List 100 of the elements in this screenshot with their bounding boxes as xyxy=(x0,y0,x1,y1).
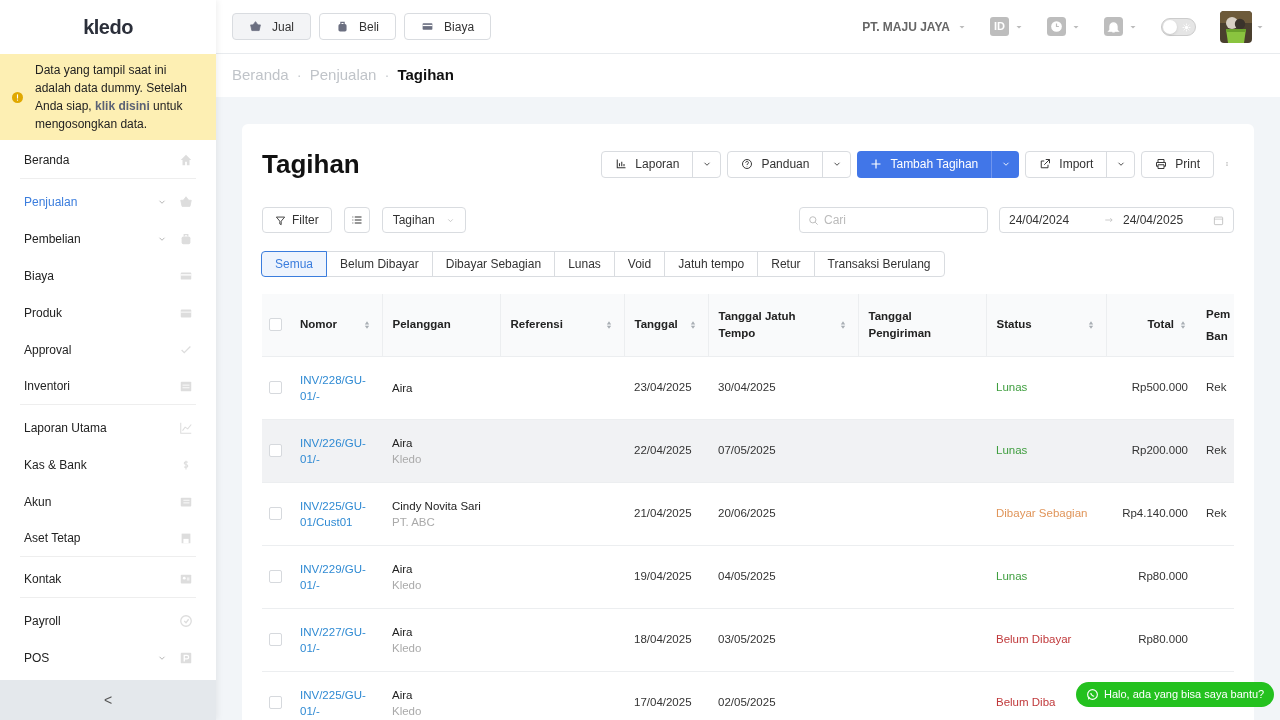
question-icon xyxy=(741,158,754,170)
list-view-button[interactable] xyxy=(343,207,370,233)
customer-name: Aira xyxy=(392,561,414,577)
quick-action-button[interactable]: Biaya xyxy=(404,13,492,40)
due-date-text: 07/05/2025 xyxy=(718,443,776,456)
sidebar-item[interactable]: Laporan Utama xyxy=(20,409,196,446)
customer-name: Aira xyxy=(392,624,414,640)
invoice-link[interactable]: INV/226/GU-01/- xyxy=(300,434,370,467)
chat-icon xyxy=(1086,688,1099,701)
status-tab[interactable]: Lunas xyxy=(554,251,615,277)
basket-icon xyxy=(249,20,262,33)
sidebar-item[interactable]: Beranda xyxy=(20,142,196,179)
row-checkbox[interactable] xyxy=(269,696,282,710)
quick-action-button[interactable]: Beli xyxy=(319,13,397,40)
theme-toggle[interactable] xyxy=(1161,17,1196,36)
customer-name: Aira xyxy=(392,380,414,396)
card-icon xyxy=(421,20,435,33)
menu-icon xyxy=(179,194,193,209)
date-text: 21/04/2025 xyxy=(634,506,692,519)
calendar-icon xyxy=(1213,214,1224,226)
invoice-link[interactable]: INV/227/GU-01/- xyxy=(300,623,370,656)
status-tab[interactable]: Void xyxy=(613,251,666,277)
collapse-sidebar-button[interactable]: < xyxy=(0,680,216,720)
table-row[interactable]: INV/226/GU-01/- Aira Kledo 22/04/2025 07/05/2025 Lunas Rp200.000 Rek xyxy=(262,419,1234,482)
column-header[interactable]: Nomor xyxy=(290,294,382,356)
page-title: Tagihan xyxy=(262,147,360,181)
menu-icon xyxy=(179,379,193,393)
invoice-link[interactable]: INV/225/GU-01/Cust01 xyxy=(300,497,370,530)
total-amount: Rp4.140.000 xyxy=(1122,506,1188,519)
status-text: Lunas xyxy=(996,380,1028,393)
menu-icon xyxy=(179,153,193,167)
total-amount: Rp200.000 xyxy=(1131,443,1188,456)
total-amount: Rp500.000 xyxy=(1131,380,1188,393)
invoice-link[interactable]: INV/228/GU-01/- xyxy=(300,371,370,404)
breadcrumb-current: Tagihan xyxy=(397,65,454,86)
sidebar-item[interactable]: Aset Tetap xyxy=(20,520,196,557)
status-tab[interactable]: Belum Dibayar xyxy=(326,251,433,277)
row-checkbox[interactable] xyxy=(269,381,282,394)
sidebar-item[interactable]: Produk xyxy=(20,294,196,331)
logo: kledo xyxy=(83,15,133,40)
customer-name: Aira xyxy=(392,687,414,703)
status-tab[interactable]: Retur xyxy=(757,251,815,277)
sidebar-item[interactable]: Akun xyxy=(20,483,196,520)
menu-icon xyxy=(179,613,193,628)
chart-icon xyxy=(615,158,628,170)
due-date-text: 02/05/2025 xyxy=(718,696,776,709)
date-text: 17/04/2025 xyxy=(634,696,692,709)
warning-icon xyxy=(12,91,23,103)
customer-company: Kledo xyxy=(392,640,423,656)
table-row[interactable]: INV/227/GU-01/- Aira Kledo 18/04/2025 03/05/2025 Belum Dibayar Rp80.000 xyxy=(262,608,1234,671)
search-field[interactable]: Cari xyxy=(799,207,988,233)
sun-icon xyxy=(1182,22,1191,32)
status-text: Belum Dibayar xyxy=(996,632,1072,645)
invoice-link[interactable]: INV/229/GU-01/- xyxy=(300,560,370,593)
status-tab[interactable]: Dibayar Sebagian xyxy=(431,251,556,277)
toolbar-button[interactable]: Print xyxy=(1142,151,1213,177)
due-date-text: 30/04/2025 xyxy=(718,380,776,393)
sidebar-item[interactable]: Kas & Bank xyxy=(20,446,196,483)
select-all-checkbox[interactable] xyxy=(269,318,282,332)
sidebar-item[interactable]: Pembelian xyxy=(20,220,196,257)
row-checkbox[interactable] xyxy=(269,444,282,457)
sidebar-item[interactable]: Penjualan xyxy=(20,183,196,220)
invoice-link[interactable]: INV/225/GU-01/- xyxy=(300,686,370,719)
company-dropdown[interactable]: PT. MAJU JAYA xyxy=(862,17,966,36)
status-tab[interactable]: Transaksi Berulang xyxy=(813,251,945,277)
due-date-text: 20/06/2025 xyxy=(718,506,776,519)
table-row[interactable]: INV/229/GU-01/- Aira Kledo 19/04/2025 04/05/2025 Lunas Rp80.000 xyxy=(262,545,1234,608)
status-tab[interactable]: Jatuh tempo xyxy=(664,251,759,277)
sidebar-item[interactable]: POS xyxy=(20,639,196,676)
breadcrumb-separator: · xyxy=(384,65,390,86)
printer-icon xyxy=(1155,158,1168,170)
row-checkbox[interactable] xyxy=(269,633,282,646)
table-row[interactable]: INV/225/GU-01/Cust01 Cindy Novita Sari PT. ABC 21/04/2025 20/06/2025 Dibayar Sebagian Rp4.140.000 Rek xyxy=(262,482,1234,545)
customer-company: Kledo xyxy=(392,451,423,467)
date-text: 23/04/2025 xyxy=(634,380,692,393)
external-link-icon xyxy=(1039,158,1052,170)
sidebar-item[interactable]: Biaya xyxy=(20,257,196,294)
customer-company: PT. ABC xyxy=(392,514,436,530)
sidebar-item[interactable]: Kontak xyxy=(20,561,196,598)
row-checkbox[interactable] xyxy=(269,507,282,520)
customer-name: Aira xyxy=(392,435,414,451)
sidebar-item[interactable]: Inventori xyxy=(20,368,196,405)
sidebar-item[interactable]: Approval xyxy=(20,331,196,368)
status-text: Belum Diba xyxy=(996,696,1056,709)
quick-action-button[interactable]: Jual xyxy=(232,13,311,40)
plus-icon xyxy=(870,158,883,170)
type-select[interactable]: Tagihan xyxy=(381,207,466,233)
status-text: Dibayar Sebagian xyxy=(996,506,1088,519)
row-checkbox[interactable] xyxy=(269,570,282,583)
sidebar-item[interactable]: Payroll xyxy=(20,602,196,639)
status-tab[interactable]: Semua xyxy=(261,251,328,277)
date-range-field[interactable]: 24/04/2024 24/04/2025 xyxy=(999,207,1234,233)
breadcrumb-separator: · xyxy=(296,65,302,86)
payment-text: Rek xyxy=(1206,506,1227,519)
total-amount: Rp80.000 xyxy=(1138,569,1188,582)
filter-button[interactable]: Filter xyxy=(262,207,332,233)
status-text: Lunas xyxy=(996,569,1028,582)
payment-text: Rek xyxy=(1206,443,1227,456)
bell-icon xyxy=(1104,17,1123,36)
date-text: 22/04/2025 xyxy=(634,443,692,456)
